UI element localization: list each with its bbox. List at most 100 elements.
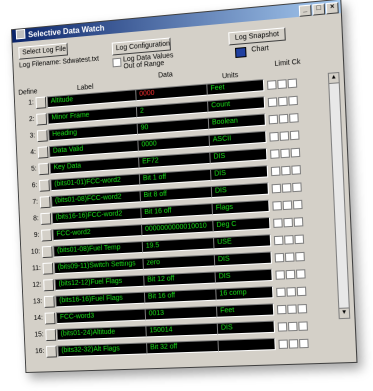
units-field[interactable]: ASCII xyxy=(209,131,267,147)
limit-check-checkbox[interactable] xyxy=(283,200,293,210)
units-field[interactable]: Deg C xyxy=(212,217,270,232)
limit-check-checkbox[interactable] xyxy=(278,97,288,107)
define-row-button[interactable] xyxy=(45,312,56,324)
label-field[interactable]: (bits12-12)Fuel Flags xyxy=(55,275,145,291)
label-field[interactable]: (bits01-24)Altitude xyxy=(57,325,147,340)
limit-check-checkbox[interactable] xyxy=(297,287,307,297)
units-field[interactable]: Boolean xyxy=(208,113,266,129)
limit-check-checkbox[interactable] xyxy=(273,218,283,228)
chart-icon[interactable] xyxy=(235,47,247,58)
scroll-down-arrow-icon[interactable]: ▼ xyxy=(339,307,349,318)
limit-check-checkbox[interactable] xyxy=(291,148,301,158)
limit-check-checkbox[interactable] xyxy=(275,270,285,280)
log-snapshot-button[interactable]: Log Snapshot xyxy=(228,27,286,45)
label-field[interactable]: (bits16-16)Fuel Flags xyxy=(55,292,145,308)
units-field[interactable]: Feet xyxy=(206,79,264,96)
define-row-button[interactable] xyxy=(45,329,56,341)
units-field[interactable]: DIS xyxy=(210,165,268,181)
define-row-button[interactable] xyxy=(37,130,48,142)
define-row-button[interactable] xyxy=(38,146,49,158)
limit-check-checkbox[interactable] xyxy=(268,97,278,107)
maximize-button[interactable]: □ xyxy=(312,3,325,15)
units-field[interactable]: Feet xyxy=(216,303,274,317)
scroll-up-arrow-icon[interactable]: ▲ xyxy=(329,73,339,84)
label-field[interactable]: Data Valid xyxy=(49,140,139,158)
units-field[interactable]: Count xyxy=(207,96,265,112)
define-row-button[interactable] xyxy=(43,262,54,274)
limit-check-checkbox[interactable] xyxy=(286,287,296,297)
limit-check-checkbox[interactable] xyxy=(267,80,277,90)
select-log-file-button[interactable]: Select Log File xyxy=(18,43,68,60)
units-field[interactable]: DIS xyxy=(214,251,272,266)
limit-check-checkbox[interactable] xyxy=(289,113,299,123)
minimize-button[interactable]: _ xyxy=(299,4,312,16)
limit-check-checkbox[interactable] xyxy=(276,288,286,298)
define-row-button[interactable] xyxy=(42,246,53,258)
define-row-button[interactable] xyxy=(46,346,57,358)
limit-check-checkbox[interactable] xyxy=(277,305,287,315)
label-field[interactable]: (bits01-01)FCC-word2 xyxy=(50,174,140,192)
limit-check-checkbox[interactable] xyxy=(270,149,280,159)
limit-check-checkbox[interactable] xyxy=(284,235,294,245)
units-field[interactable]: 16 comp xyxy=(215,286,273,301)
limit-check-checkbox[interactable] xyxy=(278,339,288,348)
label-field[interactable]: Minor Frame xyxy=(48,106,138,125)
limit-check-checkbox[interactable] xyxy=(275,253,285,263)
label-field[interactable]: Key Data xyxy=(50,157,140,175)
units-field[interactable]: USE xyxy=(213,234,271,249)
close-button[interactable]: × xyxy=(326,2,339,14)
define-row-button[interactable] xyxy=(38,163,49,175)
limit-check-checkbox[interactable] xyxy=(272,201,282,211)
define-row-button[interactable] xyxy=(40,213,51,225)
limit-check-checkbox[interactable] xyxy=(291,165,301,175)
log-out-of-range-checkbox[interactable] xyxy=(112,58,121,68)
define-row-button[interactable] xyxy=(41,229,52,241)
label-field[interactable]: (bits32-32)Alt Flags xyxy=(57,342,147,357)
limit-check-checkbox[interactable] xyxy=(294,217,304,227)
limit-check-checkbox[interactable] xyxy=(272,184,282,194)
limit-check-checkbox[interactable] xyxy=(281,166,291,176)
limit-check-checkbox[interactable] xyxy=(292,182,302,192)
label-field[interactable]: (bits16-16)FCC-word2 xyxy=(52,207,142,224)
units-field[interactable] xyxy=(217,338,275,352)
limit-check-checkbox[interactable] xyxy=(285,252,295,262)
label-field[interactable]: FCC-word3 xyxy=(56,309,146,324)
limit-check-checkbox[interactable] xyxy=(295,252,305,262)
units-field[interactable]: Flags xyxy=(211,200,269,215)
label-field[interactable]: Heading xyxy=(48,123,138,141)
limit-check-checkbox[interactable] xyxy=(283,218,293,228)
limit-check-checkbox[interactable] xyxy=(290,130,300,140)
define-row-button[interactable] xyxy=(40,196,51,208)
limit-check-checkbox[interactable] xyxy=(280,131,290,141)
limit-check-checkbox[interactable] xyxy=(294,235,304,245)
define-row-button[interactable] xyxy=(39,179,50,191)
label-field[interactable]: (bits01-08)Fuel Temp xyxy=(53,241,143,257)
units-field[interactable]: DIS xyxy=(209,148,267,164)
limit-check-checkbox[interactable] xyxy=(288,322,298,332)
limit-check-checkbox[interactable] xyxy=(299,339,309,349)
units-field[interactable]: DIS xyxy=(217,321,275,335)
limit-check-checkbox[interactable] xyxy=(271,166,281,176)
limit-check-checkbox[interactable] xyxy=(288,96,298,106)
limit-check-checkbox[interactable] xyxy=(298,321,308,331)
units-field[interactable]: DIS xyxy=(211,182,269,198)
limit-check-checkbox[interactable] xyxy=(282,183,292,193)
limit-check-checkbox[interactable] xyxy=(286,270,296,280)
limit-check-checkbox[interactable] xyxy=(269,115,279,125)
limit-check-checkbox[interactable] xyxy=(288,78,298,88)
limit-check-checkbox[interactable] xyxy=(269,132,279,142)
define-row-button[interactable] xyxy=(36,113,47,125)
limit-check-checkbox[interactable] xyxy=(293,200,303,210)
limit-check-checkbox[interactable] xyxy=(280,148,290,158)
label-field[interactable]: (bits09-11)Switch Settings xyxy=(54,258,144,274)
label-field[interactable]: (bits01-08)FCC-word2 xyxy=(51,190,141,207)
limit-check-checkbox[interactable] xyxy=(287,304,297,314)
label-field[interactable]: FCC-word2 xyxy=(52,224,142,241)
limit-check-checkbox[interactable] xyxy=(277,79,287,89)
define-row-button[interactable] xyxy=(35,96,46,109)
limit-check-checkbox[interactable] xyxy=(297,304,307,314)
units-field[interactable]: DIS xyxy=(214,269,272,284)
limit-check-checkbox[interactable] xyxy=(289,339,299,349)
define-row-button[interactable] xyxy=(44,296,55,308)
limit-check-checkbox[interactable] xyxy=(296,269,306,279)
